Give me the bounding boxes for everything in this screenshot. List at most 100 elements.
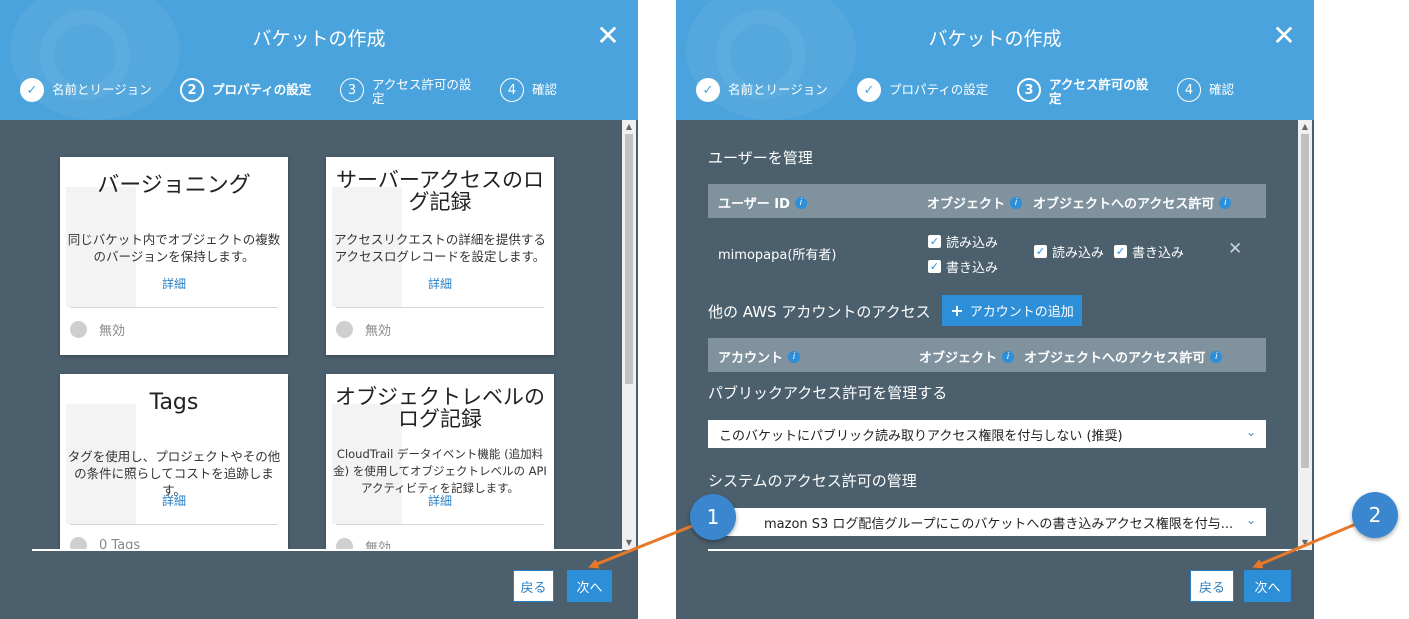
scroll-up-icon[interactable]: ▲	[622, 120, 636, 134]
objects-write-checkbox[interactable]: ✓ 書き込み	[928, 257, 998, 276]
card-status: 無効	[336, 320, 391, 339]
objects-checkboxes: ✓ 読み込み ✓ 書き込み	[928, 230, 998, 276]
scroll-down-icon[interactable]: ▼	[622, 536, 636, 550]
permissions-checkboxes: ✓ 読み込み ✓ 書き込み	[1034, 242, 1184, 261]
step-label: アクセス許可の設定	[1049, 77, 1149, 106]
permissions-panel: ユーザーを管理 ユーザー ID i オブジェクト i オブジェクトへのアクセス許可 i…	[676, 120, 1296, 550]
card-divider	[336, 307, 544, 308]
step-name-region[interactable]: ✓ 名前とリージョン	[696, 76, 828, 102]
status-dot-icon	[336, 321, 353, 338]
other-accounts-heading: 他の AWS アカウントのアクセス	[708, 303, 931, 321]
card-tags[interactable]: Tags タグを使用し、プロジェクトやその他の条件に照らしてコストを追跡します。…	[60, 374, 288, 550]
card-divider	[70, 307, 278, 308]
scrollbar-thumb[interactable]	[625, 134, 633, 384]
footer-divider	[32, 549, 622, 551]
chevron-down-icon: ⌄	[1245, 425, 1256, 439]
step-review[interactable]: 4 確認	[500, 76, 557, 102]
footer-divider	[708, 549, 1298, 551]
col-object-permissions: オブジェクトへのアクセス許可 i	[1024, 347, 1223, 366]
col-objects: オブジェクト i	[919, 347, 1015, 366]
permissions-write-checkbox[interactable]: ✓ 書き込み	[1114, 242, 1184, 261]
dialog-header: バケットの作成 ✕ ✓ 名前とリージョン 2 プロパティの設定 3 アクセス許可…	[0, 0, 638, 120]
card-versioning[interactable]: バージョニング 同じバケット内でオブジェクトの複数のバージョンを保持します。 詳…	[60, 157, 288, 355]
check-icon: ✓	[857, 78, 881, 102]
col-objects: オブジェクト i	[927, 193, 1023, 212]
dialog-title: バケットの作成	[252, 28, 386, 50]
card-title: サーバーアクセスのログ記録	[336, 168, 544, 214]
step-number: 3	[340, 78, 364, 102]
scroll-down-icon[interactable]: ▼	[1298, 536, 1312, 550]
next-button[interactable]: 次へ	[567, 570, 612, 602]
scroll-up-icon[interactable]: ▲	[1298, 120, 1312, 134]
vertical-scrollbar[interactable]: ▲ ▼	[622, 120, 636, 550]
manage-users-heading: ユーザーを管理	[708, 149, 813, 167]
step-name-region[interactable]: ✓ 名前とリージョン	[20, 76, 152, 102]
close-icon[interactable]: ✕	[594, 22, 622, 50]
info-icon[interactable]: i	[1002, 350, 1015, 363]
step-number: 2	[180, 78, 204, 102]
chevron-down-icon: ⌄	[1245, 513, 1256, 527]
card-description: 同じバケット内でオブジェクトの複数のバージョンを保持します。	[67, 232, 281, 264]
step-label: アクセス許可の設定	[372, 77, 472, 106]
details-link[interactable]: 詳細	[60, 492, 288, 509]
info-icon[interactable]: i	[794, 196, 807, 209]
check-icon: ✓	[696, 78, 720, 102]
remove-user-icon[interactable]: ✕	[1228, 239, 1242, 259]
step-number: 4	[1177, 78, 1201, 102]
back-button[interactable]: 戻る	[513, 570, 554, 602]
card-description: CloudTrail データイベント機能 (追加料金) を使用してオブジェクトレ…	[333, 447, 547, 495]
step-label: 名前とリージョン	[728, 82, 828, 97]
add-account-button[interactable]: + アカウントの追加	[942, 295, 1082, 326]
details-link[interactable]: 詳細	[326, 492, 554, 509]
details-link[interactable]: 詳細	[326, 275, 554, 292]
info-icon[interactable]: i	[788, 350, 801, 363]
public-access-select[interactable]: このバケットにパブリック読み取りアクセス権限を付与しない (推奨) ⌄	[708, 420, 1266, 448]
card-status: 無効	[70, 320, 125, 339]
checkbox-checked-icon: ✓	[1034, 245, 1047, 258]
card-object-level-logging[interactable]: オブジェクトレベルのログ記録 CloudTrail データイベント機能 (追加料…	[326, 374, 554, 550]
annotation-badge-1: 1	[690, 494, 736, 540]
create-bucket-dialog-permissions: バケットの作成 ✕ ✓ 名前とリージョン ✓ プロパティの設定 3 アクセス許可…	[676, 0, 1314, 619]
status-text: 無効	[99, 324, 126, 339]
objects-read-checkbox[interactable]: ✓ 読み込み	[928, 232, 998, 251]
card-title: バージョニング	[97, 173, 251, 198]
info-icon[interactable]: i	[1210, 350, 1223, 363]
info-icon[interactable]: i	[1219, 196, 1232, 209]
back-button[interactable]: 戻る	[1190, 570, 1234, 602]
next-button[interactable]: 次へ	[1244, 570, 1291, 602]
annotation-badge-2: 2	[1352, 492, 1398, 538]
step-number: 3	[1017, 78, 1041, 102]
col-object-permissions: オブジェクトへのアクセス許可 i	[1033, 193, 1232, 212]
card-divider	[336, 524, 544, 525]
checkbox-checked-icon: ✓	[928, 260, 941, 273]
step-review[interactable]: 4 確認	[1177, 76, 1234, 102]
vertical-scrollbar[interactable]: ▲ ▼	[1298, 120, 1312, 550]
create-bucket-dialog-properties: バケットの作成 ✕ ✓ 名前とリージョン 2 プロパティの設定 3 アクセス許可…	[0, 0, 638, 619]
step-properties[interactable]: 2 プロパティの設定	[180, 76, 311, 102]
card-divider	[70, 524, 278, 525]
permissions-read-checkbox[interactable]: ✓ 読み込み	[1034, 242, 1104, 261]
system-access-select[interactable]: mazon S3 ログ配信グループにこのバケットへの書き込みアクセス権限を付与.…	[708, 508, 1266, 536]
close-icon[interactable]: ✕	[1270, 22, 1298, 50]
scrollbar-thumb[interactable]	[1301, 134, 1309, 468]
users-table-header: ユーザー ID i オブジェクト i オブジェクトへのアクセス許可 i	[708, 184, 1266, 218]
card-server-access-logging[interactable]: サーバーアクセスのログ記録 アクセスリクエストの詳細を提供するアクセスログレコー…	[326, 157, 554, 355]
step-permissions[interactable]: 3 アクセス許可の設定	[340, 76, 476, 106]
step-label: 名前とリージョン	[52, 82, 152, 97]
card-title: Tags	[149, 390, 199, 415]
step-permissions[interactable]: 3 アクセス許可の設定	[1017, 76, 1159, 106]
step-label: プロパティの設定	[212, 82, 312, 97]
status-dot-icon	[70, 321, 87, 338]
step-number: 4	[500, 78, 524, 102]
plus-icon: +	[950, 301, 964, 320]
dialog-title: バケットの作成	[928, 28, 1062, 50]
step-label: プロパティの設定	[889, 82, 989, 97]
col-user-id: ユーザー ID i	[718, 193, 807, 212]
properties-panel: バージョニング 同じバケット内でオブジェクトの複数のバージョンを保持します。 詳…	[0, 120, 622, 550]
details-link[interactable]: 詳細	[60, 275, 288, 292]
checkbox-checked-icon: ✓	[928, 235, 941, 248]
public-access-heading: パブリックアクセス許可を管理する	[708, 384, 948, 402]
step-properties[interactable]: ✓ プロパティの設定	[857, 76, 988, 102]
card-description: アクセスリクエストの詳細を提供するアクセスログレコードを設定します。	[334, 232, 546, 264]
info-icon[interactable]: i	[1010, 196, 1023, 209]
